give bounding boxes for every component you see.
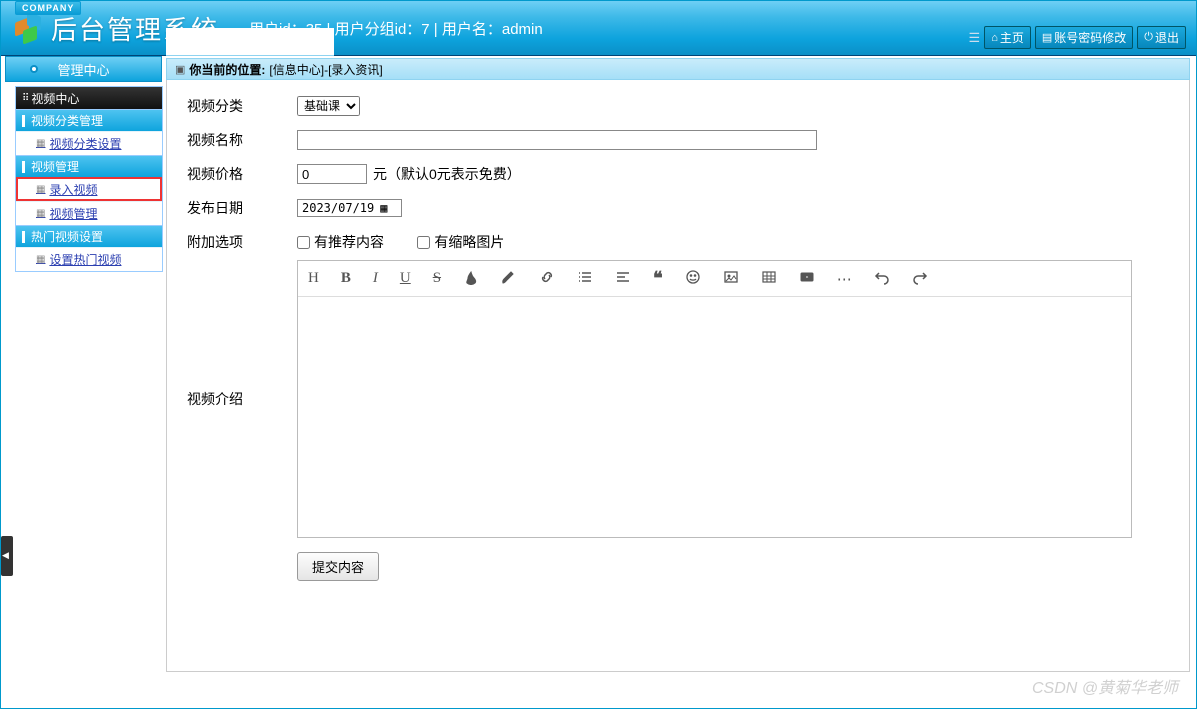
link-icon[interactable] [539, 269, 555, 289]
redo-icon[interactable] [912, 269, 928, 289]
sidebar-link-video-mgmt[interactable]: ▦视频管理 [16, 201, 162, 225]
page-icon: ▣ [175, 63, 185, 76]
power-icon: ⏻ [1144, 31, 1153, 44]
watermark: CSDN @黄菊华老师 [1032, 674, 1178, 698]
emoji-icon[interactable] [685, 269, 701, 289]
bold-icon[interactable]: B [341, 270, 351, 287]
sidebar-title: ⠿视频中心 [16, 87, 162, 109]
doc-icon: ▦ [36, 208, 45, 219]
rich-editor: H B I U S ❝ [297, 260, 1132, 538]
submit-button[interactable]: 提交内容 [297, 552, 379, 581]
strike-icon[interactable]: S [433, 270, 441, 287]
company-tag: COMPANY [15, 1, 81, 15]
sidebar-link-category-settings[interactable]: ▦视频分类设置 [16, 131, 162, 155]
more-icon[interactable]: ⋯ [837, 270, 852, 288]
sidebar-link-hot-settings[interactable]: ▦设置热门视频 [16, 247, 162, 271]
home-icon: ⌂ [991, 32, 998, 44]
opt2-label: 有缩略图片 [434, 232, 504, 252]
doc-icon: ▦ [36, 254, 45, 265]
input-name[interactable] [297, 130, 817, 150]
quote-icon[interactable]: ❝ [653, 268, 663, 289]
list-icon: ▤ [1042, 31, 1052, 44]
doc-icon: ▦ [36, 184, 45, 195]
checkbox-recommend[interactable] [297, 236, 310, 249]
label-price: 视频价格 [187, 164, 297, 184]
breadcrumb: ▣ 你当前的位置: [信息中心]-[录入资讯] [166, 58, 1190, 80]
input-price[interactable] [297, 164, 367, 184]
price-hint: 元（默认0元表示免费） [373, 166, 521, 182]
editor-body[interactable] [298, 297, 1131, 537]
brush-icon[interactable] [501, 269, 517, 289]
undo-icon[interactable] [874, 269, 890, 289]
calendar-icon: ▦ [380, 201, 387, 215]
doc-icon: ▦ [36, 138, 45, 149]
label-options: 附加选项 [187, 232, 297, 252]
color-icon[interactable] [463, 269, 479, 289]
underline-icon[interactable]: U [400, 270, 411, 287]
list-icon[interactable] [577, 269, 593, 289]
input-date[interactable]: 2023/07/19▦ [297, 199, 402, 217]
heading-icon[interactable]: H [308, 270, 319, 287]
mgmt-center-header: 管理中心 [5, 56, 162, 82]
opt1-label: 有推荐内容 [314, 232, 384, 252]
account-button[interactable]: ▤账号密码修改 [1035, 26, 1133, 49]
image-icon[interactable] [723, 269, 739, 289]
italic-icon[interactable]: I [373, 270, 378, 287]
content-panel: 视频分类 基础课 视频名称 视频价格 元（默认0元表示免费） 发布日期 2023… [166, 80, 1190, 672]
logo-icon [15, 14, 43, 42]
checkbox-thumbnail[interactable] [417, 236, 430, 249]
logout-button[interactable]: ⏻退出 [1137, 26, 1186, 49]
label-name: 视频名称 [187, 130, 297, 150]
align-icon[interactable] [615, 269, 631, 289]
video-icon[interactable] [799, 269, 815, 289]
menu-icon[interactable]: ☰ [969, 30, 981, 46]
select-category[interactable]: 基础课 [297, 96, 360, 116]
grid-icon: ⠿ [22, 93, 27, 104]
sidebar-section-video[interactable]: 视频管理 [16, 155, 162, 177]
sidebar-collapse-handle[interactable] [1, 536, 13, 576]
sidebar-section-hot[interactable]: 热门视频设置 [16, 225, 162, 247]
home-button[interactable]: ⌂主页 [984, 26, 1031, 49]
label-intro: 视频介绍 [187, 389, 297, 409]
editor-toolbar: H B I U S ❝ [298, 261, 1131, 297]
sidebar-section-category[interactable]: 视频分类管理 [16, 109, 162, 131]
table-icon[interactable] [761, 269, 777, 289]
label-date: 发布日期 [187, 198, 297, 218]
label-category: 视频分类 [187, 96, 297, 116]
sidebar: ⠿视频中心 视频分类管理 ▦视频分类设置 视频管理 ▦录入视频 ▦视频管理 热门… [15, 86, 163, 272]
sidebar-link-input-video[interactable]: ▦录入视频 [16, 177, 162, 201]
